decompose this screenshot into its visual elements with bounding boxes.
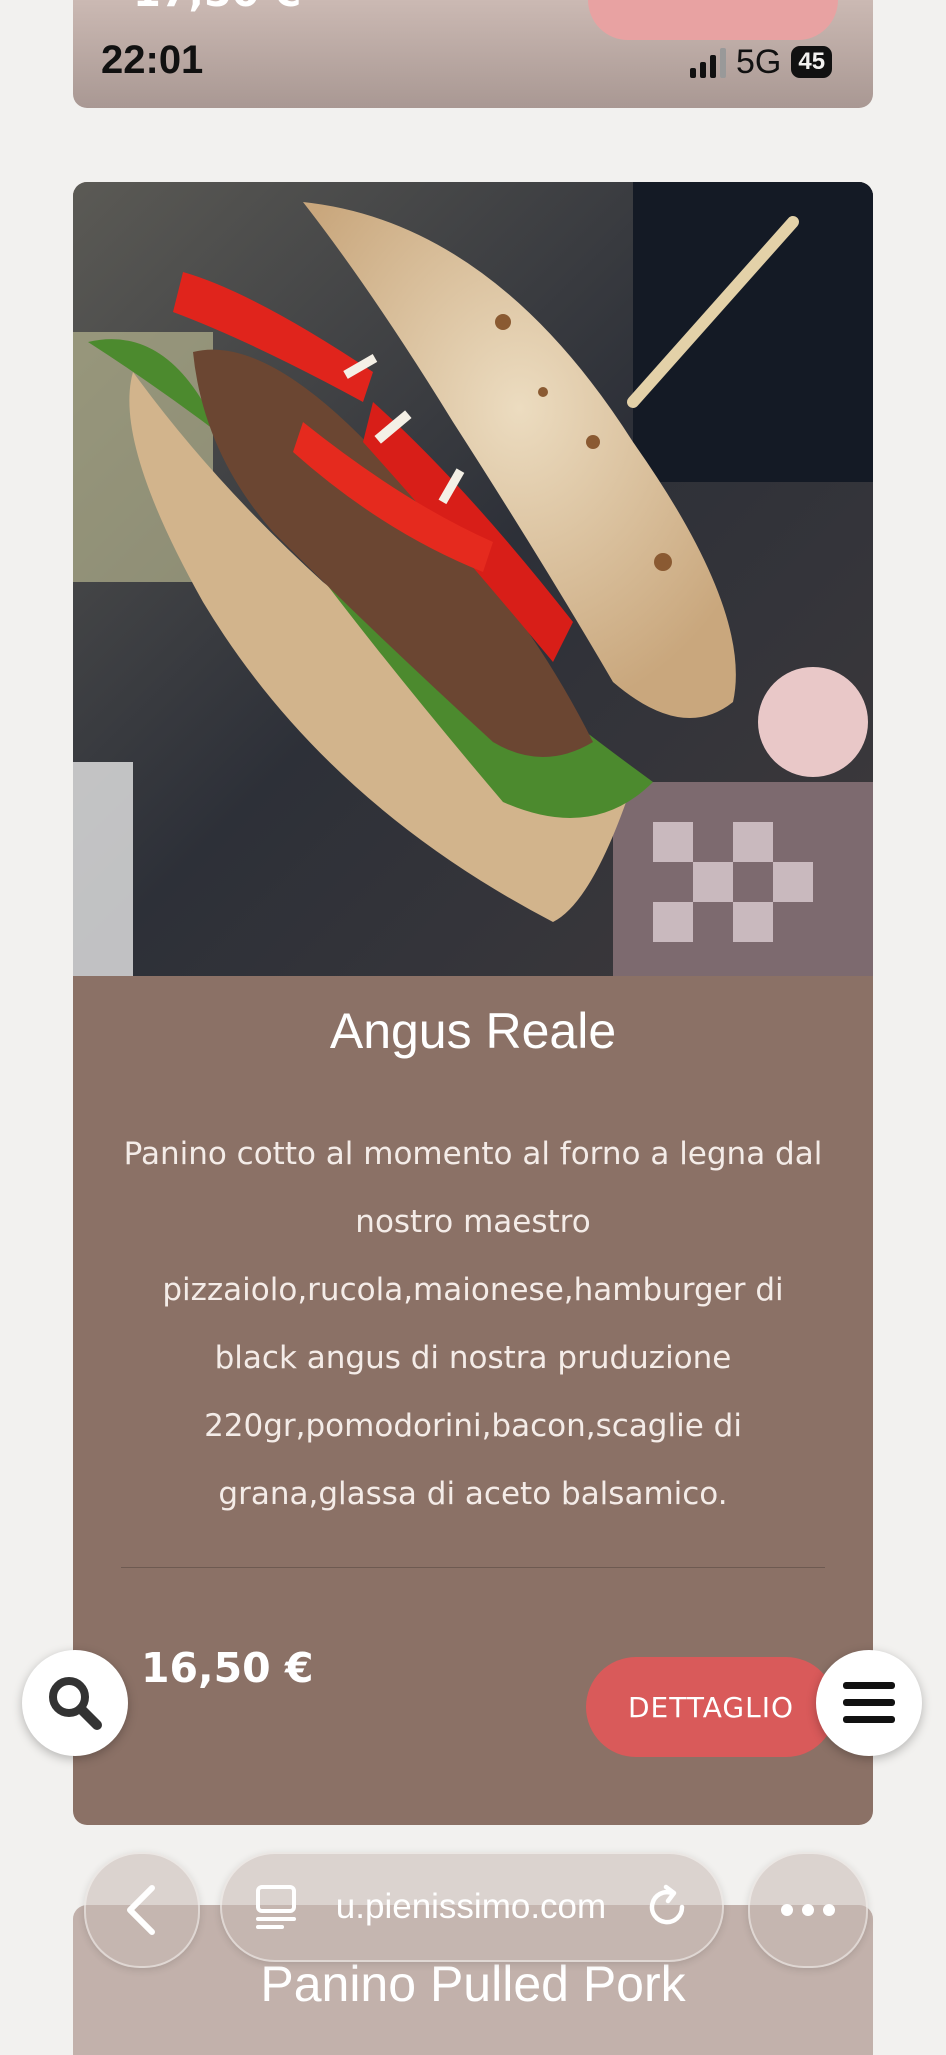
search-icon xyxy=(49,1677,102,1730)
chevron-left-icon xyxy=(127,1885,155,1935)
burger-image xyxy=(73,182,873,976)
reader-icon[interactable] xyxy=(254,1883,298,1931)
menu-button[interactable] xyxy=(816,1650,922,1756)
previous-item-detail-button[interactable] xyxy=(588,0,838,40)
search-button[interactable] xyxy=(22,1650,128,1756)
next-item-title: Panino Pulled Pork xyxy=(260,1956,686,2012)
divider xyxy=(121,1567,825,1568)
product-card: Angus Reale Panino cotto al momento al f… xyxy=(73,182,873,1825)
url-text[interactable]: u.pienissimo.com xyxy=(336,1887,606,1927)
product-description: Panino cotto al momento al forno a legna… xyxy=(123,1136,823,1512)
detail-button[interactable]: DETTAGLIO xyxy=(586,1657,836,1757)
reload-icon[interactable] xyxy=(644,1884,690,1930)
battery-icon: 45 xyxy=(791,46,833,78)
product-title: Angus Reale xyxy=(329,1003,617,1059)
browser-address-bar[interactable]: u.pienissimo.com xyxy=(220,1852,724,1962)
signal-icon xyxy=(690,46,726,78)
browser-back-button[interactable] xyxy=(84,1852,200,1968)
status-indicators: 5G 45 xyxy=(690,40,833,84)
browser-more-button[interactable] xyxy=(748,1852,868,1968)
hamburger-menu-icon xyxy=(843,1682,895,1723)
product-price: 16,50 € xyxy=(141,1644,314,1692)
previous-item-price: 17,50 € xyxy=(133,0,301,16)
network-type: 5G xyxy=(736,42,782,81)
product-photo xyxy=(73,182,873,976)
status-time: 22:01 xyxy=(101,38,204,82)
more-dots-icon xyxy=(781,1904,835,1916)
